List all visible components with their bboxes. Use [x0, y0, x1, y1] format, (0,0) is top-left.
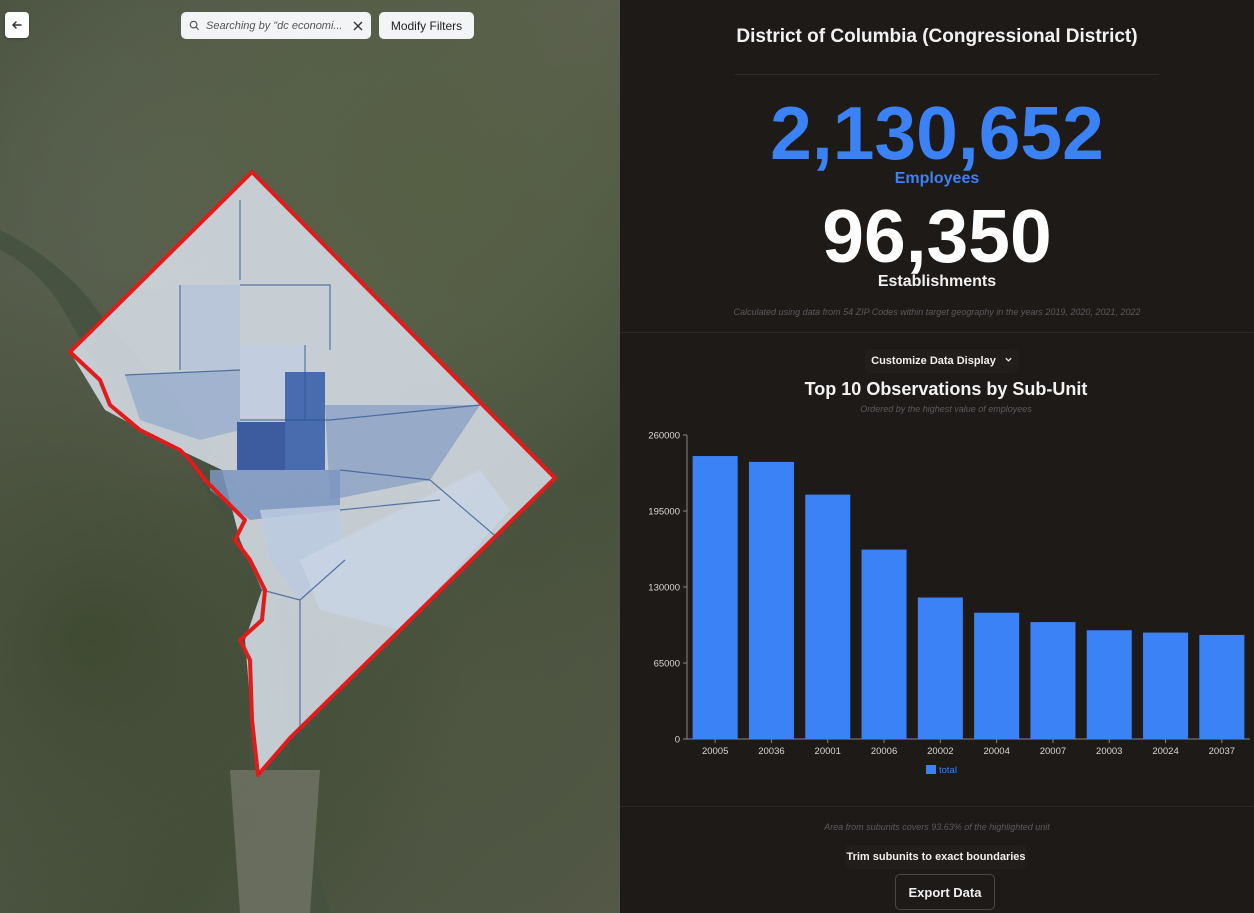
bar — [917, 597, 963, 739]
x-tick-label: 20004 — [983, 746, 1009, 757]
legend-label: total — [939, 765, 957, 776]
x-tick-label: 20024 — [1152, 746, 1178, 757]
x-tick-label: 20006 — [871, 746, 897, 757]
trim-subunits-button[interactable]: Trim subunits to exact boundaries — [845, 845, 1027, 869]
divider — [620, 806, 1254, 807]
x-tick-label: 20001 — [815, 746, 841, 757]
bar — [974, 612, 1020, 739]
arrow-left-icon — [11, 21, 22, 29]
y-tick-label: 195000 — [648, 507, 680, 518]
search-icon — [189, 20, 200, 31]
x-tick-label: 20005 — [702, 746, 728, 757]
legend-swatch — [926, 765, 936, 774]
employees-label: Employees — [894, 170, 980, 187]
subunit-center-a — [237, 422, 285, 470]
chart-subtitle: Ordered by the highest value of employee… — [860, 404, 1032, 414]
calculation-note: Calculated using data from 54 ZIP Codes … — [733, 307, 1141, 317]
divider — [735, 74, 1159, 75]
x-tick-label: 20002 — [927, 746, 953, 757]
establishments-value: 96,350 — [822, 194, 1052, 278]
y-tick-label: 65000 — [654, 659, 680, 670]
modify-filters-button[interactable]: Modify Filters — [379, 12, 474, 39]
employees-value: 2,130,652 — [770, 91, 1104, 175]
x-tick-label: 20007 — [1040, 746, 1066, 757]
x-tick-label: 20003 — [1096, 746, 1122, 757]
river-south — [230, 770, 320, 913]
bar — [1143, 632, 1189, 739]
search-bar[interactable]: Searching by "dc economi... — [181, 12, 371, 39]
bar — [748, 461, 794, 739]
back-button[interactable] — [5, 12, 29, 38]
y-tick-label: 0 — [675, 735, 680, 746]
close-icon[interactable] — [353, 21, 363, 31]
x-tick-label: 20037 — [1209, 746, 1235, 757]
chevron-down-icon — [1004, 355, 1013, 367]
y-tick-label: 130000 — [648, 583, 680, 594]
chart-title: Top 10 Observations by Sub-Unit — [804, 379, 1088, 399]
search-input[interactable]: Searching by "dc economi... — [206, 20, 347, 32]
subunit-north — [180, 285, 240, 370]
customize-display-label: Customize Data Display — [871, 355, 996, 367]
panel-title: District of Columbia (Congressional Dist… — [736, 26, 1138, 47]
export-data-button[interactable]: Export Data — [895, 874, 995, 910]
bar — [1030, 622, 1076, 739]
y-tick-label: 260000 — [648, 431, 680, 442]
divider — [620, 332, 1254, 333]
bar — [1086, 630, 1132, 739]
bar — [805, 494, 851, 739]
map-canvas[interactable] — [0, 0, 620, 913]
customize-display-button[interactable]: Customize Data Display — [865, 349, 1019, 373]
area-coverage-note: Area from subunits covers 93.63% of the … — [824, 822, 1050, 832]
x-tick-label: 20036 — [758, 746, 784, 757]
map-view[interactable]: Searching by "dc economi... Modify Filte… — [0, 0, 620, 913]
bar — [861, 549, 907, 739]
bar — [692, 456, 738, 739]
bar-chart: 0 65000 130000 195000 260000 20005 20036 20001 2… — [648, 431, 1250, 776]
bar — [1199, 634, 1245, 739]
stats-panel: District of Columbia (Congressional Dist… — [620, 0, 1254, 913]
establishments-label: Establishments — [877, 273, 997, 290]
